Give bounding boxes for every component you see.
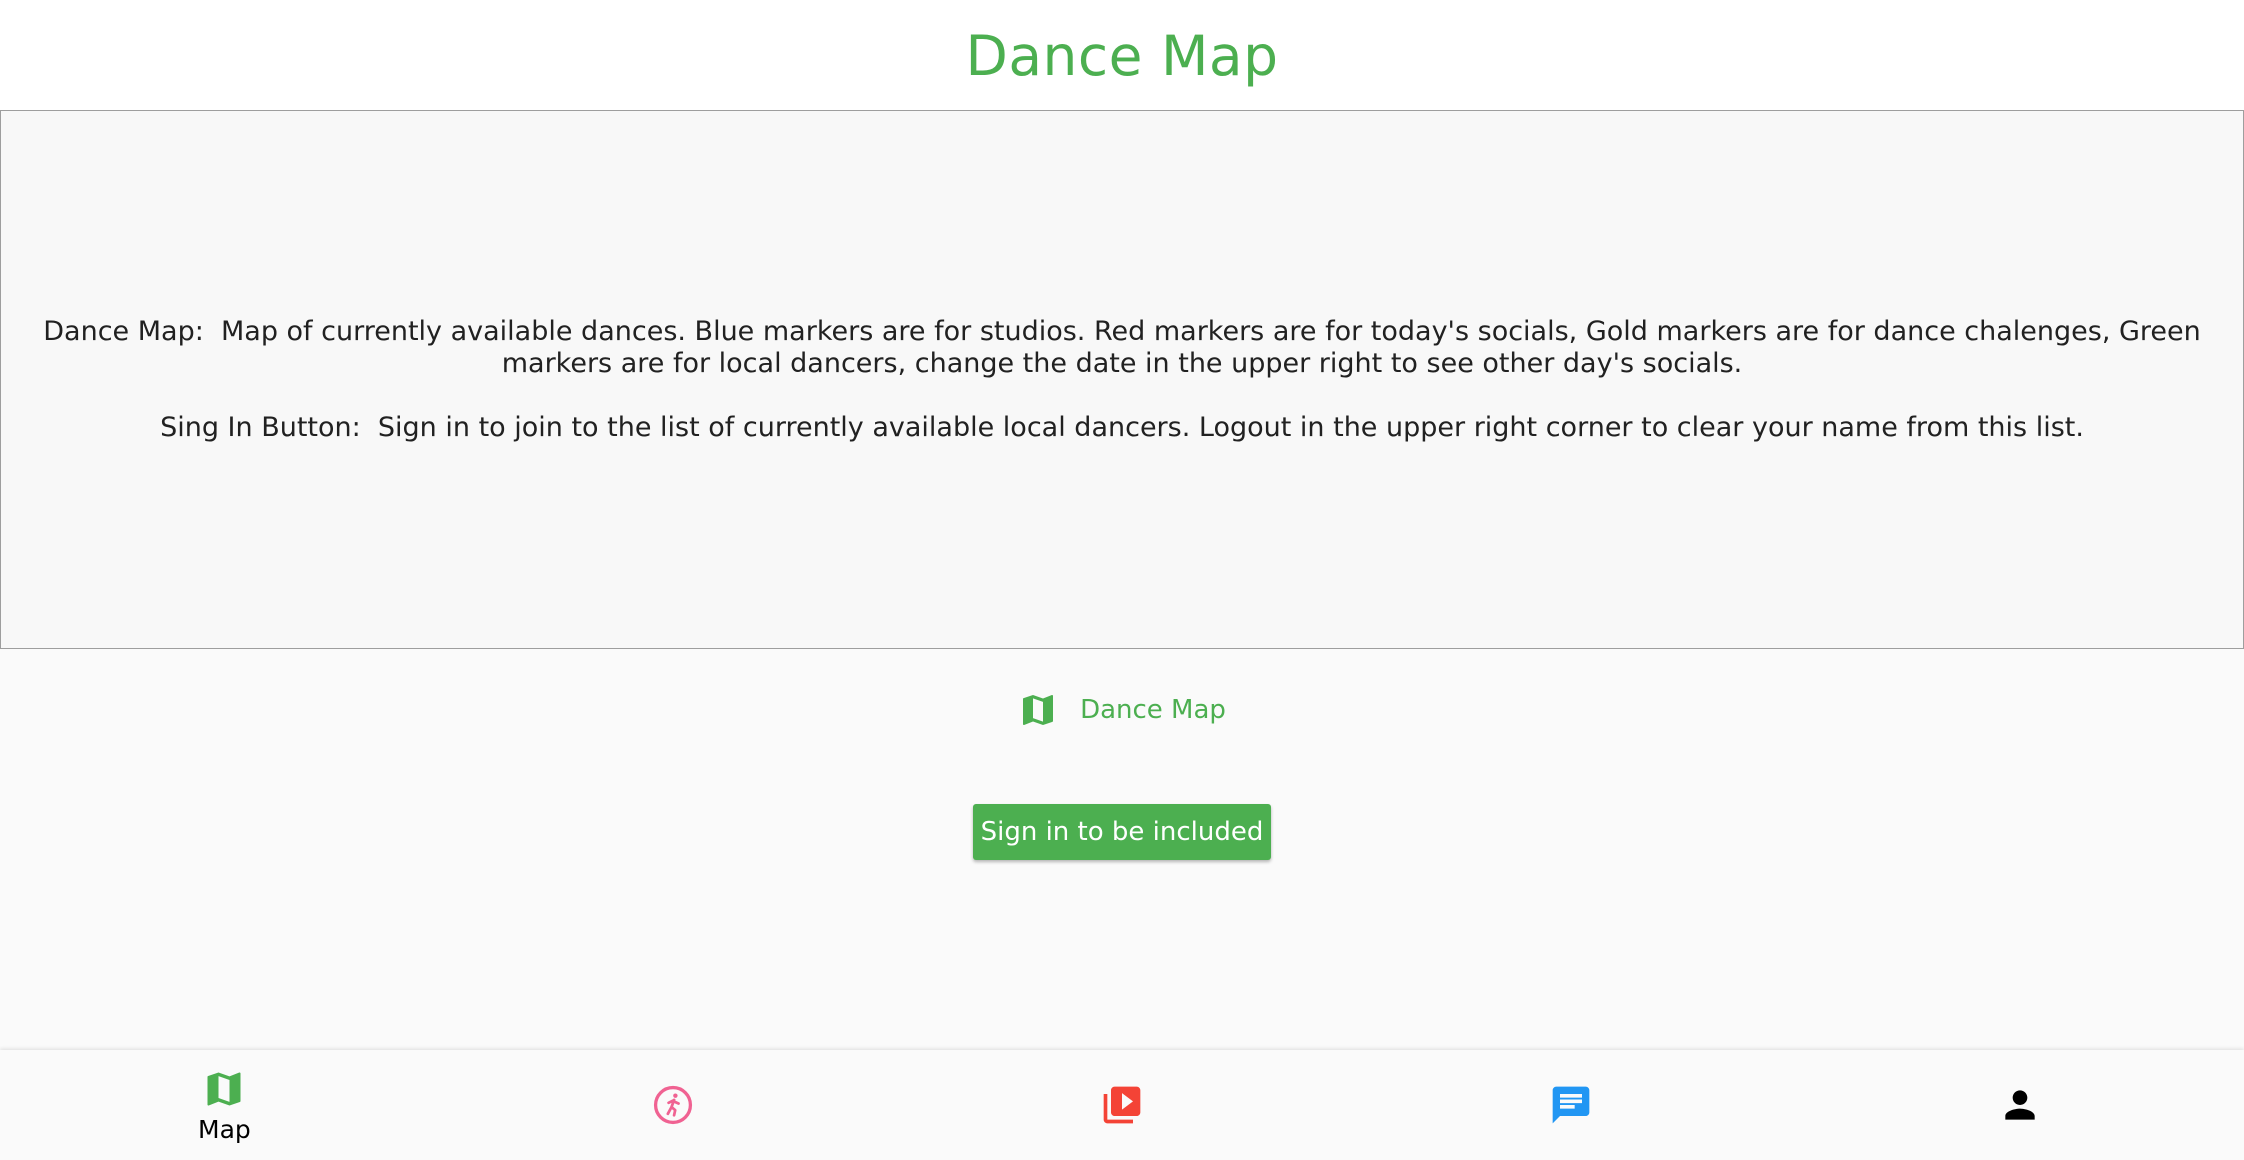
feature-label: Dance Map xyxy=(1080,695,1226,725)
chat-icon xyxy=(1552,1086,1590,1124)
sign-in-button[interactable]: Sign in to be included xyxy=(973,804,1271,860)
bottom-nav: Map xyxy=(0,1050,2244,1160)
nav-item-chat[interactable] xyxy=(1346,1050,1795,1160)
nav-label-map: Map xyxy=(198,1114,251,1144)
nav-item-profile[interactable] xyxy=(1795,1050,2244,1160)
map-icon xyxy=(1023,695,1054,725)
nav-item-map[interactable]: Map xyxy=(0,1050,449,1160)
page-title: Dance Map xyxy=(965,24,1279,88)
dance-map-description: Dance Map: Map of currently available da… xyxy=(43,315,2210,379)
nav-item-videos[interactable] xyxy=(898,1050,1347,1160)
info-panel: Dance Map: Map of currently available da… xyxy=(0,110,2244,649)
feature-header: Dance Map xyxy=(0,690,2244,730)
video-library-icon xyxy=(1103,1086,1141,1124)
app-bar: Dance Map xyxy=(0,0,2244,110)
app-root: Dance Map Dance Map: Map of currently av… xyxy=(0,0,2244,1160)
dancer-icon xyxy=(654,1085,693,1125)
sign-in-description: Sing In Button: Sign in to join to the l… xyxy=(160,411,2084,443)
map-icon xyxy=(207,1072,241,1105)
person-icon xyxy=(2004,1090,2035,1120)
nav-item-dance[interactable] xyxy=(449,1050,898,1160)
